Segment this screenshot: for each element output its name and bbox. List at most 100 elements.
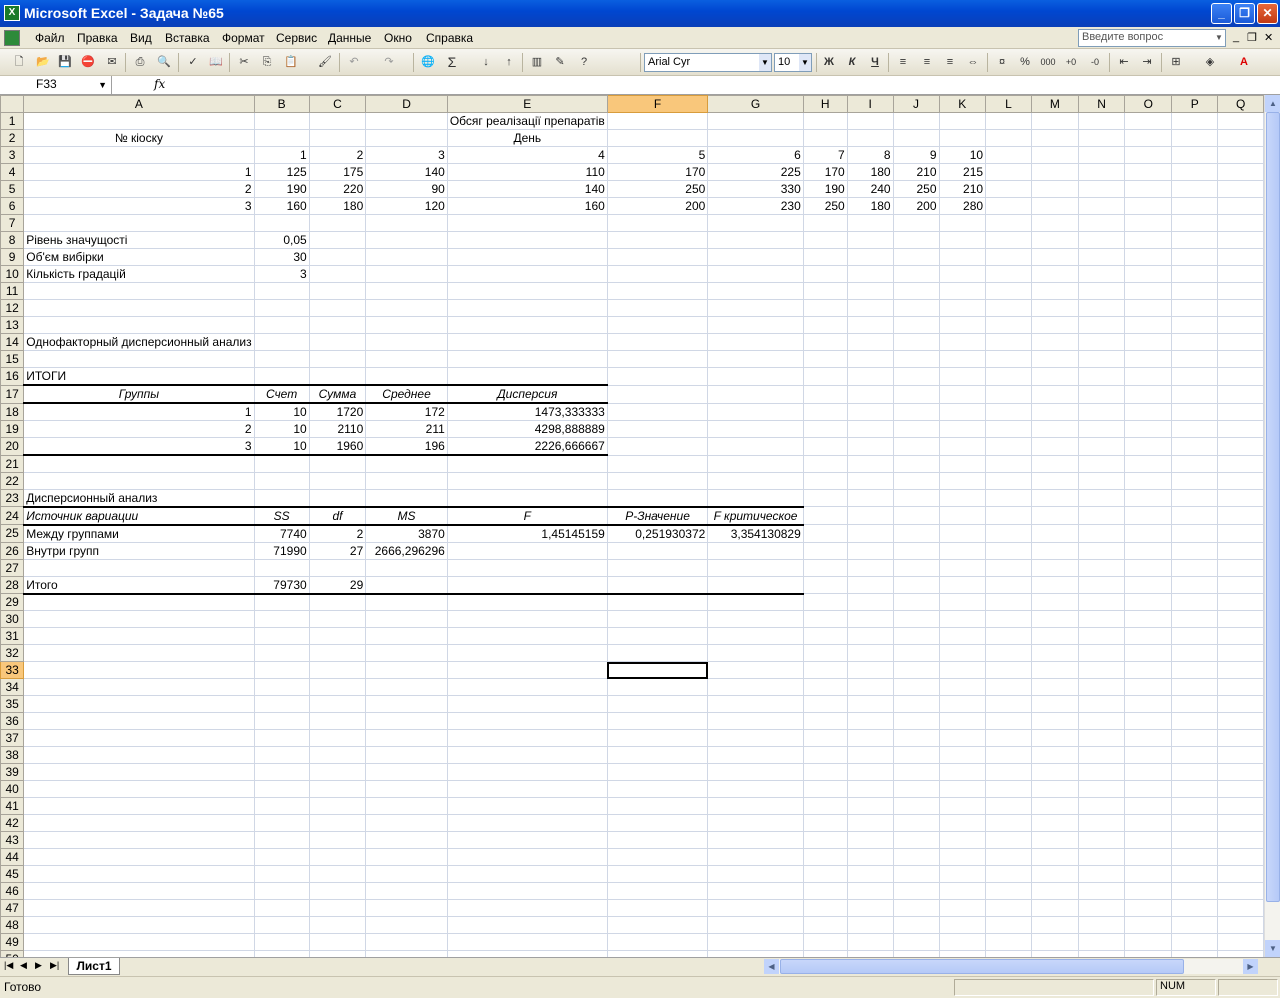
cell-C19[interactable]: 2110 (309, 420, 367, 438)
cell-F2[interactable] (607, 129, 709, 147)
cell-E40[interactable] (447, 780, 608, 798)
cell-H41[interactable] (803, 797, 848, 815)
cell-H16[interactable] (803, 367, 848, 386)
cell-N38[interactable] (1078, 746, 1126, 764)
cell-M29[interactable] (1031, 593, 1079, 611)
cell-A5[interactable]: 2 (23, 180, 255, 198)
increase-decimal-icon[interactable]: +0 (1062, 54, 1080, 71)
cell-K31[interactable] (939, 627, 987, 645)
cell-B33[interactable] (254, 661, 310, 679)
cell-I26[interactable] (847, 542, 894, 560)
cell-E16[interactable] (447, 367, 608, 386)
cell-E23[interactable] (447, 489, 608, 507)
cell-F29[interactable] (607, 593, 709, 611)
row-header-2[interactable]: 2 (0, 129, 25, 147)
cell-G9[interactable] (707, 248, 804, 266)
cell-L1[interactable] (985, 112, 1032, 130)
cell-O23[interactable] (1124, 489, 1173, 507)
cell-M2[interactable] (1031, 129, 1079, 147)
row-header-45[interactable]: 45 (0, 865, 25, 883)
cell-O16[interactable] (1124, 367, 1173, 386)
cell-K23[interactable] (939, 489, 987, 507)
cell-K10[interactable] (939, 265, 987, 283)
cell-A11[interactable] (23, 282, 255, 300)
cell-D10[interactable] (365, 265, 448, 283)
cell-O8[interactable] (1124, 231, 1173, 249)
cell-I31[interactable] (847, 627, 894, 645)
thousands-button[interactable]: 000 (1039, 54, 1057, 71)
cell-J23[interactable] (893, 489, 940, 507)
cell-I44[interactable] (847, 848, 894, 866)
cell-H5[interactable]: 190 (803, 180, 848, 198)
cell-A30[interactable] (23, 610, 255, 628)
cell-H13[interactable] (803, 316, 848, 334)
cell-D33[interactable] (365, 661, 448, 679)
cell-J32[interactable] (893, 644, 940, 662)
italic-button[interactable]: К (843, 54, 861, 71)
cell-N39[interactable] (1078, 763, 1126, 781)
cell-Q31[interactable] (1217, 627, 1264, 645)
cell-J34[interactable] (893, 678, 940, 696)
cell-H29[interactable] (803, 593, 848, 611)
cell-P20[interactable] (1171, 437, 1219, 456)
cell-I4[interactable]: 180 (847, 163, 894, 181)
cell-E41[interactable] (447, 797, 608, 815)
cell-E9[interactable] (447, 248, 608, 266)
cell-C34[interactable] (309, 678, 367, 696)
cell-O15[interactable] (1124, 350, 1173, 368)
cell-L32[interactable] (985, 644, 1032, 662)
copy-icon[interactable]: ⎘ (258, 54, 276, 71)
cell-F27[interactable] (607, 559, 709, 577)
column-header-D[interactable]: D (365, 95, 448, 113)
doc-close-button[interactable]: ✕ (1264, 31, 1273, 44)
cell-M43[interactable] (1031, 831, 1079, 849)
cell-K35[interactable] (939, 695, 987, 713)
cell-E35[interactable] (447, 695, 608, 713)
merge-center-icon[interactable]: ⇔ (964, 54, 982, 71)
scroll-right-icon[interactable]: ▶ (1243, 959, 1258, 974)
paste-icon[interactable]: 📋 (282, 54, 300, 71)
cell-P23[interactable] (1171, 489, 1219, 507)
cell-K28[interactable] (939, 576, 987, 594)
row-header-16[interactable]: 16 (0, 367, 25, 386)
cell-Q13[interactable] (1217, 316, 1264, 334)
cell-H37[interactable] (803, 729, 848, 747)
ask-dropdown-icon[interactable]: ▼ (1213, 30, 1225, 46)
cell-F49[interactable] (607, 933, 709, 951)
cell-A39[interactable] (23, 763, 255, 781)
cell-A16[interactable]: ИТОГИ (23, 367, 255, 386)
cell-C24[interactable]: df (309, 505, 367, 526)
cell-J44[interactable] (893, 848, 940, 866)
cell-P49[interactable] (1171, 933, 1219, 951)
cell-I29[interactable] (847, 593, 894, 611)
cell-O34[interactable] (1124, 678, 1173, 696)
cell-D38[interactable] (365, 746, 448, 764)
cell-H2[interactable] (803, 129, 848, 147)
cell-H38[interactable] (803, 746, 848, 764)
cell-G35[interactable] (707, 695, 804, 713)
cell-M44[interactable] (1031, 848, 1079, 866)
workbook-icon[interactable] (4, 30, 20, 46)
cell-F24[interactable]: P-Значение (607, 505, 709, 526)
row-header-44[interactable]: 44 (0, 848, 25, 866)
cell-D25[interactable]: 3870 (365, 524, 448, 543)
help-icon[interactable]: ? (575, 54, 593, 71)
cell-N17[interactable] (1078, 385, 1126, 404)
cell-H28[interactable] (803, 576, 848, 594)
cell-N25[interactable] (1078, 524, 1126, 543)
cell-O19[interactable] (1124, 420, 1173, 438)
cell-K13[interactable] (939, 316, 987, 334)
cell-M38[interactable] (1031, 746, 1079, 764)
cell-I18[interactable] (847, 403, 894, 421)
cell-J48[interactable] (893, 916, 940, 934)
row-header-31[interactable]: 31 (0, 627, 25, 645)
cell-P38[interactable] (1171, 746, 1219, 764)
cell-K22[interactable] (939, 472, 987, 490)
column-header-B[interactable]: B (253, 95, 310, 113)
row-header-34[interactable]: 34 (0, 678, 25, 696)
cell-A35[interactable] (23, 695, 255, 713)
cell-C8[interactable] (309, 231, 367, 249)
cell-A14[interactable]: Однофакторный дисперсионный анализ (23, 333, 255, 351)
cell-table[interactable]: A B C D E F G H I J K L M N O P Q 1 Обсяг реалізації препа… (0, 95, 1264, 957)
cell-N43[interactable] (1078, 831, 1126, 849)
